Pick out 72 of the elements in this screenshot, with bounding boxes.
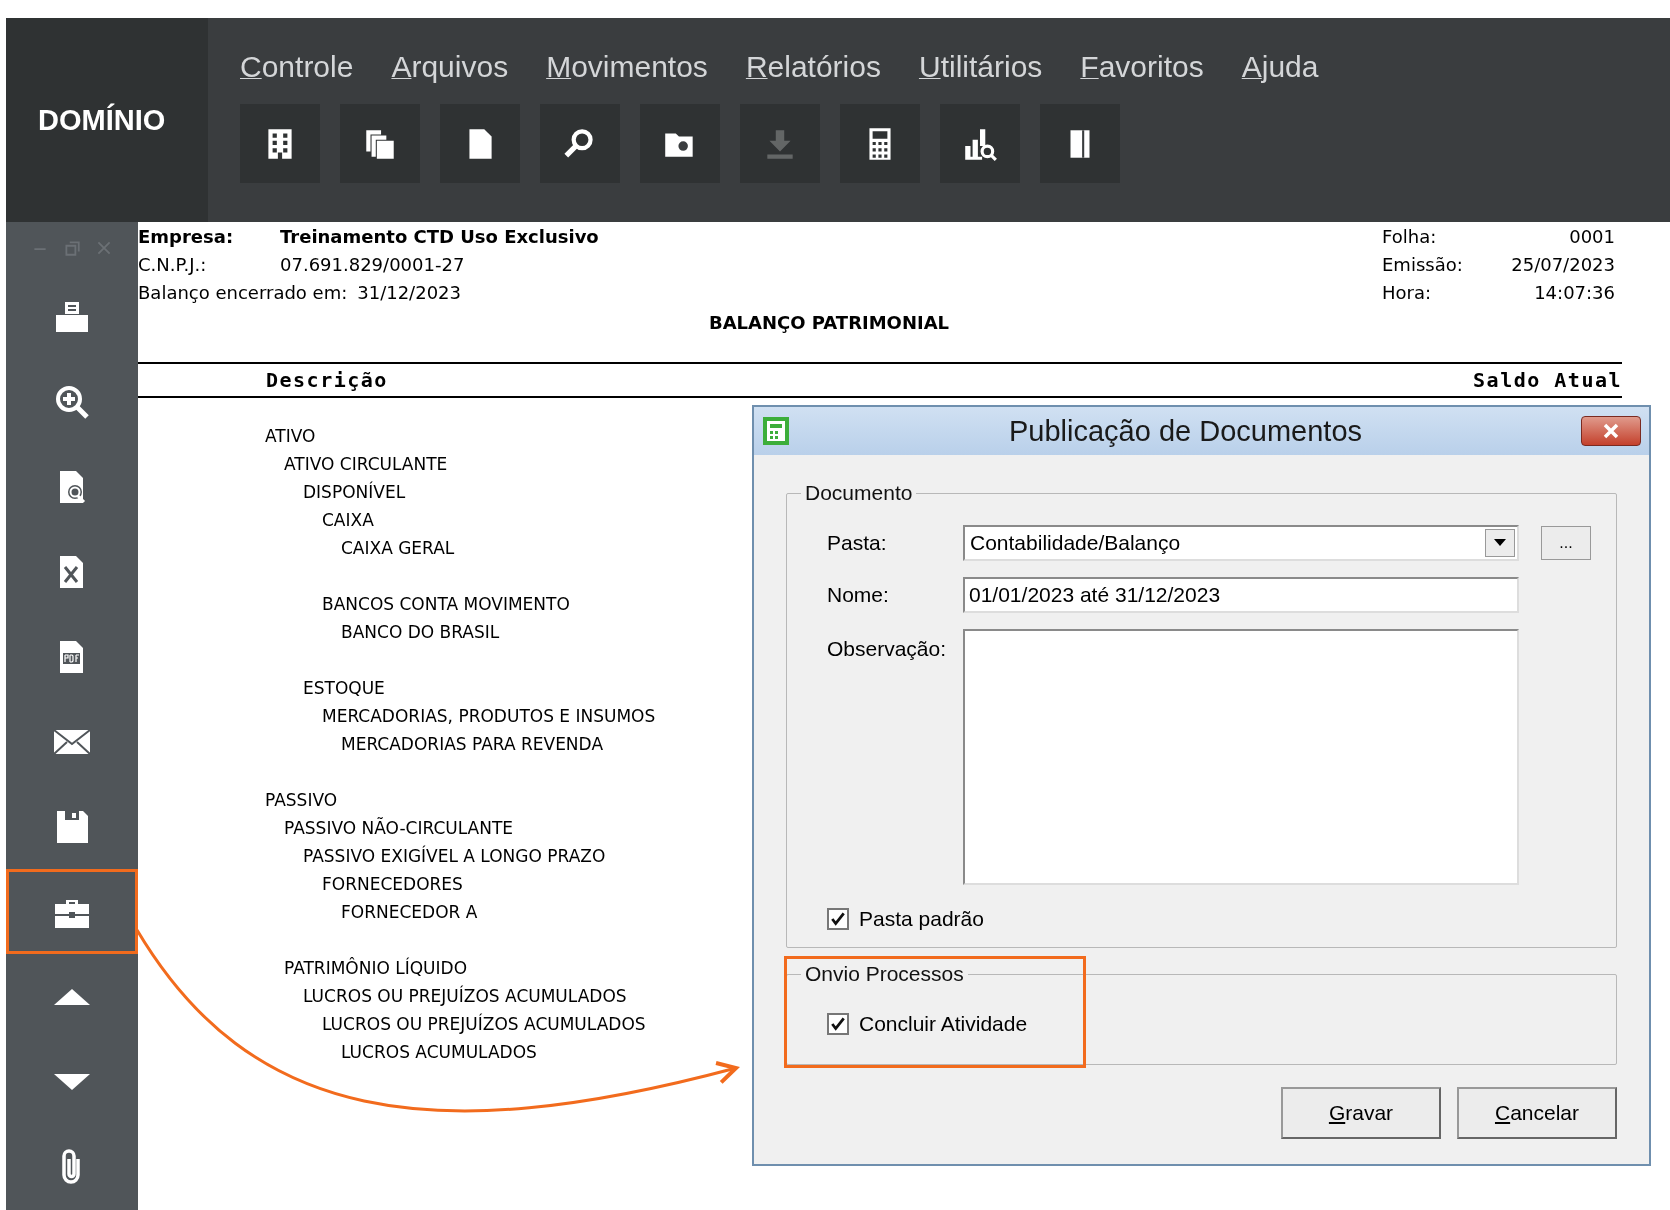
checkbox-label: Pasta padrão <box>859 907 984 931</box>
account-name: MERCADORIAS PARA REVENDA <box>341 733 603 756</box>
account-name: FORNECEDOR A <box>341 901 478 924</box>
report-title: BALANÇO PATRIMONIAL <box>707 312 951 335</box>
account-name: BANCOS CONTA MOVIMENTO <box>322 593 570 616</box>
account-name: PASSIVO <box>265 789 338 812</box>
close-icon <box>1601 423 1621 439</box>
name-input-field[interactable]: 01/01/2023 até 31/12/2023 <box>963 577 1519 613</box>
menu-item[interactable]: Utilitários <box>918 50 1043 84</box>
field-label: Emissão: <box>1382 253 1464 275</box>
dialog-button[interactable]: Gravar <box>1281 1087 1441 1139</box>
toolbar-button[interactable] <box>540 104 620 183</box>
dropdown-arrow-icon <box>1494 539 1506 547</box>
toolbar-button[interactable] <box>1040 104 1120 183</box>
menu-item[interactable]: Relatórios <box>745 50 881 84</box>
field-label: Hora: <box>1382 281 1433 303</box>
account-name: PATRIMÔNIO LÍQUIDO <box>284 956 468 980</box>
menu-item[interactable]: Controle <box>240 50 354 84</box>
menu-item[interactable]: Favoritos <box>1080 50 1204 84</box>
group-title: Onvio Processos <box>804 962 965 986</box>
account-name: LUCROS OU PREJUÍZOS ACUMULADOS <box>303 984 627 1008</box>
column-header: Descrição <box>266 368 388 392</box>
down-triangle-icon <box>54 1073 90 1090</box>
checkbox[interactable] <box>827 1013 849 1035</box>
group-title: Documento <box>804 481 914 505</box>
field-label: Nome: <box>827 583 890 607</box>
field-label: Balanço encerrado em: <box>138 281 349 303</box>
checkbox-label: Concluir Atividade <box>859 1012 1028 1036</box>
account-name: FORNECEDORES <box>322 873 463 896</box>
field-value: 25/07/2023 <box>1510 253 1615 275</box>
field-value: 14:07:36 <box>1533 281 1615 303</box>
account-name: CAIXA <box>322 509 374 532</box>
menu-item[interactable]: Ajuda <box>1241 50 1319 84</box>
account-name: ATIVO <box>265 425 316 448</box>
dialog-button[interactable]: Cancelar <box>1457 1087 1617 1139</box>
field-value: 07.691.829/0001-27 <box>280 253 465 275</box>
account-name: PASSIVO NÃO-CIRCULANTE <box>284 816 514 840</box>
account-name: ATIVO CIRCULANTE <box>284 453 448 476</box>
field-value: Treinamento CTD Uso Exclusivo <box>280 225 599 247</box>
sidebar-tool-button[interactable] <box>6 869 138 954</box>
field-label: Pasta: <box>827 531 888 555</box>
field-label: C.N.P.J.: <box>138 253 208 275</box>
up-triangle-icon <box>54 988 90 1005</box>
folder-dropdown[interactable]: Contabilidade/Balanço <box>963 525 1519 561</box>
account-name: DISPONÍVEL <box>303 480 406 504</box>
app-logo: DOMÍNIO <box>38 103 166 137</box>
field-label: Observação: <box>827 636 948 661</box>
account-name: ESTOQUE <box>303 677 385 700</box>
account-name: LUCROS ACUMULADOS <box>341 1041 537 1064</box>
field-value: 31/12/2023 <box>357 281 461 303</box>
dialog-title: Publicação de Documentos <box>1007 414 1363 448</box>
field-label: Folha: <box>1382 225 1438 247</box>
toolbar-button[interactable] <box>640 104 720 183</box>
account-name: PASSIVO EXIGÍVEL A LONGO PRAZO <box>303 844 606 868</box>
account-name: MERCADORIAS, PRODUTOS E INSUMOS <box>322 705 656 728</box>
column-header: Saldo Atual <box>1473 368 1622 392</box>
toolbar-button[interactable] <box>240 104 320 183</box>
field-label: Empresa: <box>138 225 235 247</box>
close-button[interactable] <box>1581 416 1641 446</box>
account-name: CAIXA GERAL <box>341 537 455 560</box>
account-name: LUCROS OU PREJUÍZOS ACUMULADOS <box>322 1012 646 1036</box>
menu-item[interactable]: Arquivos <box>391 50 509 84</box>
toolbar-button[interactable] <box>440 104 520 183</box>
checkbox[interactable] <box>827 908 849 930</box>
browse-button[interactable]: ... <box>1541 526 1591 560</box>
field-value: 0001 <box>1568 225 1615 247</box>
toolbar-button[interactable] <box>840 104 920 183</box>
toolbar-button[interactable] <box>940 104 1020 183</box>
menu-item[interactable]: Movimentos <box>546 50 708 84</box>
toolbar-button[interactable] <box>340 104 420 183</box>
calculator-icon <box>762 416 790 446</box>
account-name: BANCO DO BRASIL <box>341 621 500 644</box>
